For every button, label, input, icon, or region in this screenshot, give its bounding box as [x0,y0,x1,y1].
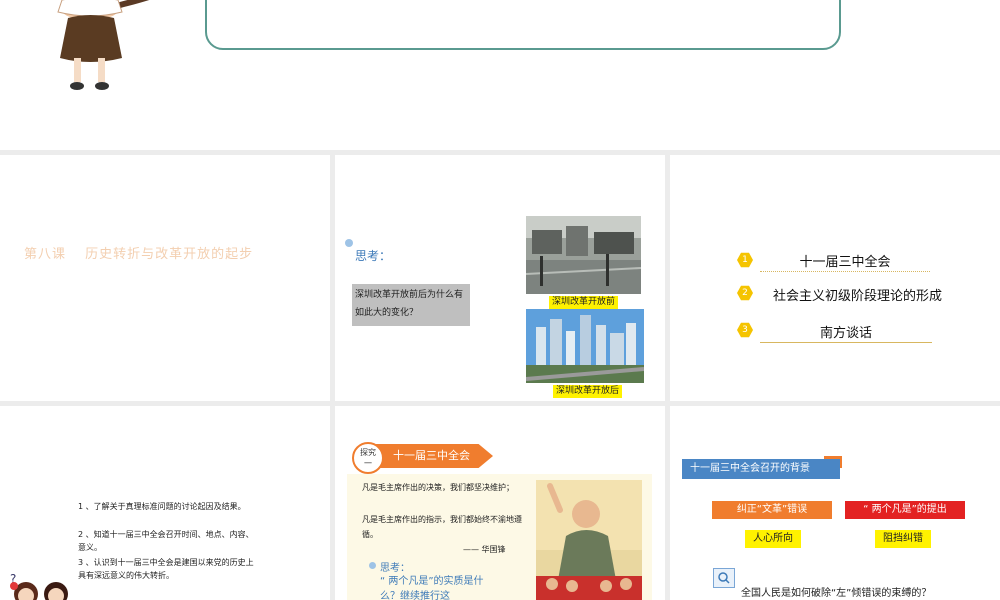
magnifier-icon [713,568,735,588]
slide-7[interactable]: 十一届三中全会召开的背景 纠正“文革”错误 “ 两个凡是”的提出 人心所向 阻挡… [670,406,1000,600]
think-label: 思考： [355,249,392,263]
slide-5[interactable]: 1 、了解关于真理标准问题的讨论起因及结果。 2 、知道十一届三中全会召开时间、… [0,406,330,600]
shenzhen-before-photo [526,216,641,294]
block-correction-box: 阻挡纠错 [875,530,931,548]
explore-badge: 探究 一 [352,442,384,474]
think-label: 思考： [380,563,410,574]
think-text: “ 两个凡是”的实质是什么？继续推行这 [380,576,484,600]
slide-2[interactable]: 第八课 历史转折与改革开放的起步 [0,155,330,401]
slide-4[interactable]: 1 十一届三中全会 2 社会主义初级阶段理论的形成 3 南方谈话 [670,155,1000,401]
quote-attribution: —— 华国锋 [463,545,506,554]
quote-line-2: 凡是毛主席作出的指示，我们都始终不渝地遵循。 [362,515,522,539]
bullet-dot-icon [345,239,353,247]
number-2-icon: 2 [737,285,753,301]
quote-line-1: 凡是毛主席作出的决策，我们都坚决维护； [362,483,514,492]
kids-cartoon-icon [10,582,68,600]
objective-3: 3 、认识到十一届三中全会是建国以来党的历史上具有深远意义的伟大转折。 [78,558,254,580]
two-whatevers-box: “ 两个凡是”的提出 [845,501,965,519]
teacher-cartoon-icon [57,0,150,90]
caption-before: 深圳改革开放前 [549,296,619,309]
lesson-title: 第八课 历史转折与改革开放的起步 [24,247,254,262]
badge-line-2: 一 [364,459,372,468]
slide-1[interactable] [0,0,1000,150]
correct-cultural-revolution-box: 纠正“文革”错误 [712,501,832,519]
objective-2: 2 、知道十一届三中全会召开时间、地点、内容、意义。 [78,530,254,552]
caption-after: 深圳改革开放后 [553,385,623,398]
number-1-icon: 1 [737,252,753,268]
objective-1: 1 、了解关于真理标准问题的讨论起因及结果。 [78,502,246,511]
shenzhen-after-photo [526,309,644,383]
bullet-dot-icon [369,562,376,569]
propaganda-poster-image [536,480,642,600]
badge-line-1: 探究 [360,448,376,457]
number-3-icon: 3 [737,322,753,338]
slide-1-frame [205,0,841,50]
outline-item-1[interactable]: 十一届三中全会 [760,251,930,272]
slide-6[interactable]: 探究 一 十一届三中全会 凡是毛主席作出的决策，我们都坚决维护； 凡是毛主席作出… [335,406,665,600]
outline-item-3[interactable]: 南方谈话 [760,322,932,343]
public-will-box: 人心所向 [745,530,801,548]
outline-item-2[interactable]: 社会主义初级阶段理论的形成 [760,285,955,304]
background-header: 十一届三中全会召开的背景 [682,459,840,479]
slide-7-question: 全国人民是如何破除“左”倾错误的束缚的？ [741,588,932,599]
question-box: 深圳改革开放前后为什么有如此大的变化？ [352,284,470,326]
section-heading: 十一届三中全会 [373,444,493,468]
slide-3[interactable]: 思考： 深圳改革开放前后为什么有如此大的变化？ 深圳改革开放前 深圳改革开放后 [335,155,665,401]
